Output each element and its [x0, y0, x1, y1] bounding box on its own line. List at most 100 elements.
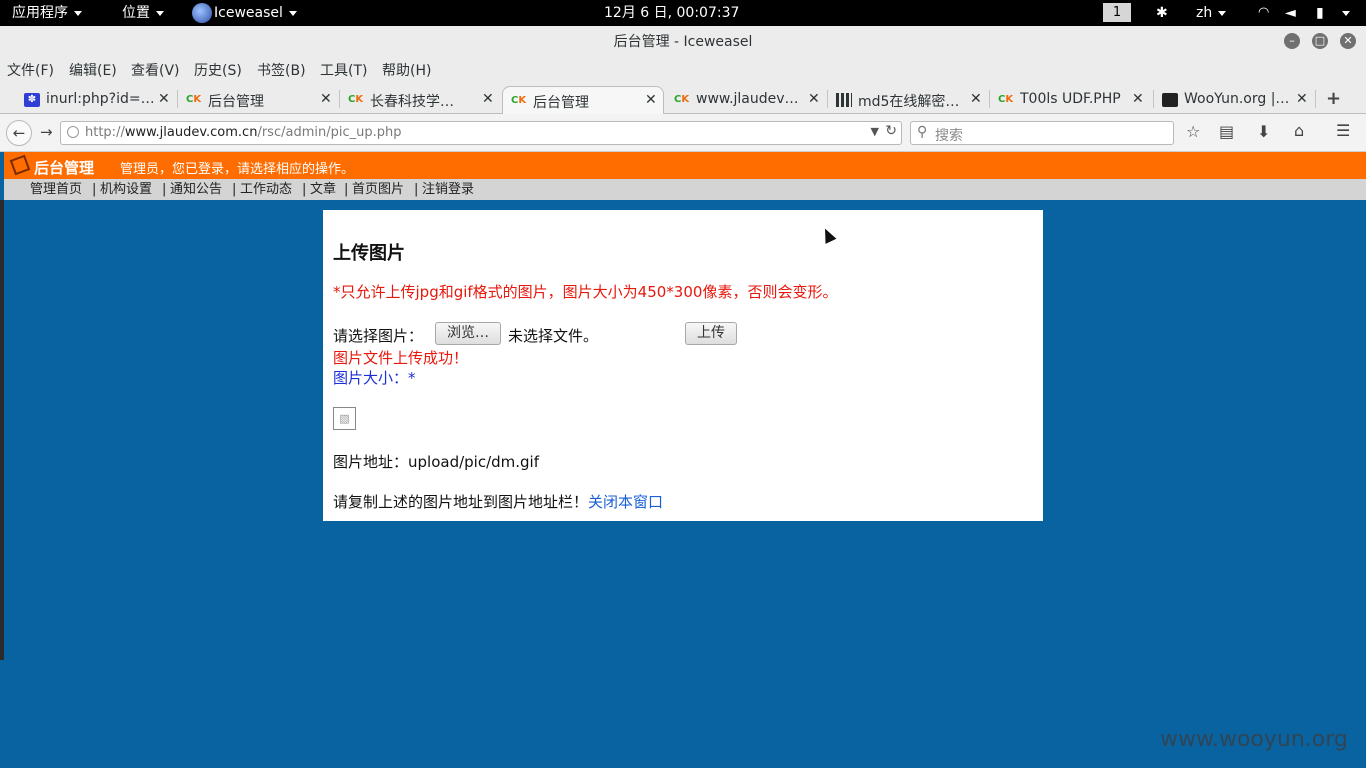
hamburger-menu-icon[interactable]: ☰ [1336, 121, 1350, 140]
wifi-icon[interactable]: ◠ [1258, 0, 1269, 26]
admin-logo-icon [9, 154, 31, 176]
chevron-down-icon [1342, 10, 1350, 16]
bookmarks-list-icon[interactable]: ▤ [1219, 122, 1234, 141]
nav-org-settings[interactable]: 机构设置 [100, 179, 152, 200]
tab-t00ls[interactable]: CK T00ls UDF.PHP ✕ [990, 86, 1152, 113]
upload-button[interactable]: 上传 [685, 322, 737, 345]
nav-logout[interactable]: 注销登录 [422, 179, 474, 200]
menu-history[interactable]: 历史(S) [194, 61, 242, 81]
nav-separator: | [302, 182, 307, 197]
nav-separator: | [414, 182, 419, 197]
tab-label: 后台管理 [533, 95, 589, 111]
nav-separator: | [92, 182, 97, 197]
download-icon[interactable]: ⬇ [1257, 122, 1270, 141]
back-button[interactable]: ← [6, 120, 32, 146]
ck-icon: CK [998, 94, 1014, 105]
places-menu[interactable]: 位置 [122, 0, 164, 26]
close-window-button[interactable]: ✕ [1340, 33, 1356, 49]
upload-heading: 上传图片 [333, 243, 405, 264]
clock[interactable]: 12月 6 日, 00:07:37 [604, 0, 739, 26]
menu-file[interactable]: 文件(F) [7, 61, 54, 81]
reload-icon[interactable]: ↻ [885, 123, 897, 139]
home-icon[interactable]: ⌂ [1294, 121, 1304, 140]
menu-bookmarks[interactable]: 书签(B) [257, 61, 306, 81]
close-tab-icon[interactable]: ✕ [645, 92, 657, 108]
ck-icon: CK [348, 94, 364, 105]
close-tab-icon[interactable]: ✕ [482, 91, 494, 107]
wooyun-icon [1162, 93, 1178, 107]
chevron-down-icon [1218, 10, 1227, 16]
search-bar[interactable]: ⚲ 搜索 [910, 121, 1174, 145]
ck-icon: CK [674, 94, 690, 105]
tab-label: 后台管理 [208, 94, 264, 110]
tab-md5[interactable]: md5在线解密… ✕ [828, 86, 988, 113]
iceweasel-icon [192, 3, 212, 23]
no-file-text: 未选择文件。 [508, 327, 599, 345]
menu-edit[interactable]: 编辑(E) [69, 61, 117, 81]
applications-menu[interactable]: 应用程序 [12, 0, 82, 26]
search-placeholder: 搜索 [935, 128, 963, 144]
workspace-indicator[interactable]: 1 [1103, 3, 1131, 22]
nav-home-images[interactable]: 首页图片 [352, 179, 404, 200]
system-top-bar: 应用程序 位置 Iceweasel 12月 6 日, 00:07:37 1 ✱ … [0, 0, 1366, 26]
nav-notices[interactable]: 通知公告 [170, 179, 222, 200]
admin-logo-text: 后台管理 [34, 159, 95, 177]
tab-bar: ✽ inurl:php?id=… ✕ CK 后台管理 ✕ CK 长春科技学… ✕… [0, 84, 1366, 115]
applications-label: 应用程序 [12, 5, 68, 21]
close-tab-icon[interactable]: ✕ [158, 91, 170, 107]
close-tab-icon[interactable]: ✕ [808, 91, 820, 107]
accessibility-icon[interactable]: ✱ [1156, 0, 1168, 26]
menu-view[interactable]: 查看(V) [131, 61, 180, 81]
nav-home[interactable]: 管理首页 [30, 179, 82, 200]
dropdown-arrow-icon[interactable]: ▼ [871, 125, 879, 138]
tab-changchun[interactable]: CK 长春科技学… ✕ [340, 86, 500, 113]
forward-button[interactable]: → [40, 123, 53, 141]
battery-icon[interactable]: ▮ [1316, 0, 1324, 26]
close-tab-icon[interactable]: ✕ [320, 91, 332, 107]
tab-admin-1[interactable]: CK 后台管理 ✕ [178, 86, 338, 113]
format-notice: *只允许上传jpg和gif格式的图片，图片大小为450*300像素，否则会变形。 [333, 283, 838, 301]
close-tab-icon[interactable]: ✕ [1132, 91, 1144, 107]
system-menu[interactable] [1336, 0, 1350, 26]
tab-label: www.jlaudev… [696, 91, 799, 107]
tab-jlaudev[interactable]: CK www.jlaudev… ✕ [666, 86, 826, 113]
tab-inurl[interactable]: ✽ inurl:php?id=… ✕ [16, 86, 176, 113]
minimize-button[interactable]: – [1284, 33, 1300, 49]
image-address: 图片地址：upload/pic/dm.gif [333, 453, 540, 471]
admin-nav: 管理首页 | 机构设置 | 通知公告 | 工作动态 | 文章 | 首页图片 | … [4, 179, 1366, 200]
window-title-bar[interactable]: 后台管理 - Iceweasel – □ ✕ [0, 26, 1366, 58]
copy-hint: 请复制上述的图片地址到图片地址栏！ [333, 493, 589, 511]
welcome-text: 管理员，您已登录，请选择相应的操作。 [120, 162, 355, 177]
tab-wooyun[interactable]: WooYun.org |… ✕ [1154, 86, 1314, 113]
close-tab-icon[interactable]: ✕ [1296, 91, 1308, 107]
input-method-menu[interactable]: zh [1196, 0, 1227, 26]
browse-button[interactable]: 浏览… [435, 322, 501, 345]
nav-work-news[interactable]: 工作动态 [240, 179, 292, 200]
menu-help[interactable]: 帮助(H) [382, 61, 431, 81]
app-menu[interactable]: Iceweasel [192, 0, 297, 26]
url-bar[interactable]: http://www.jlaudev.com.cn/rsc/admin/pic_… [60, 121, 902, 145]
menu-tools[interactable]: 工具(T) [320, 61, 367, 81]
tab-label: md5在线解密… [858, 94, 960, 110]
watermark: www.wooyun.org [1160, 727, 1348, 752]
tab-label: WooYun.org |… [1184, 91, 1290, 107]
admin-header: 后台管理 管理员，您已登录，请选择相应的操作。 [4, 152, 1366, 179]
nav-separator: | [344, 182, 349, 197]
upload-panel: 上传图片 *只允许上传jpg和gif格式的图片，图片大小为450*300像素，否… [323, 210, 1043, 521]
close-tab-icon[interactable]: ✕ [970, 91, 982, 107]
image-size: 图片大小：* [333, 369, 416, 387]
tab-separator [1315, 90, 1316, 108]
new-tab-button[interactable]: + [1326, 88, 1341, 109]
maximize-button[interactable]: □ [1312, 33, 1328, 49]
menu-bar: 文件(F) 编辑(E) 查看(V) 历史(S) 书签(B) 工具(T) 帮助(H… [0, 58, 1366, 84]
input-method-label: zh [1196, 5, 1213, 21]
volume-icon[interactable]: ◄ [1285, 0, 1296, 26]
bookmark-star-icon[interactable]: ☆ [1186, 122, 1200, 141]
places-label: 位置 [122, 5, 150, 21]
close-window-link[interactable]: 关闭本窗口 [588, 493, 663, 511]
tab-label: 长春科技学… [370, 94, 454, 110]
nav-articles[interactable]: 文章 [310, 179, 336, 200]
app-name-label: Iceweasel [214, 5, 283, 21]
nav-separator: | [232, 182, 237, 197]
tab-admin-active[interactable]: CK 后台管理 ✕ [502, 86, 664, 115]
